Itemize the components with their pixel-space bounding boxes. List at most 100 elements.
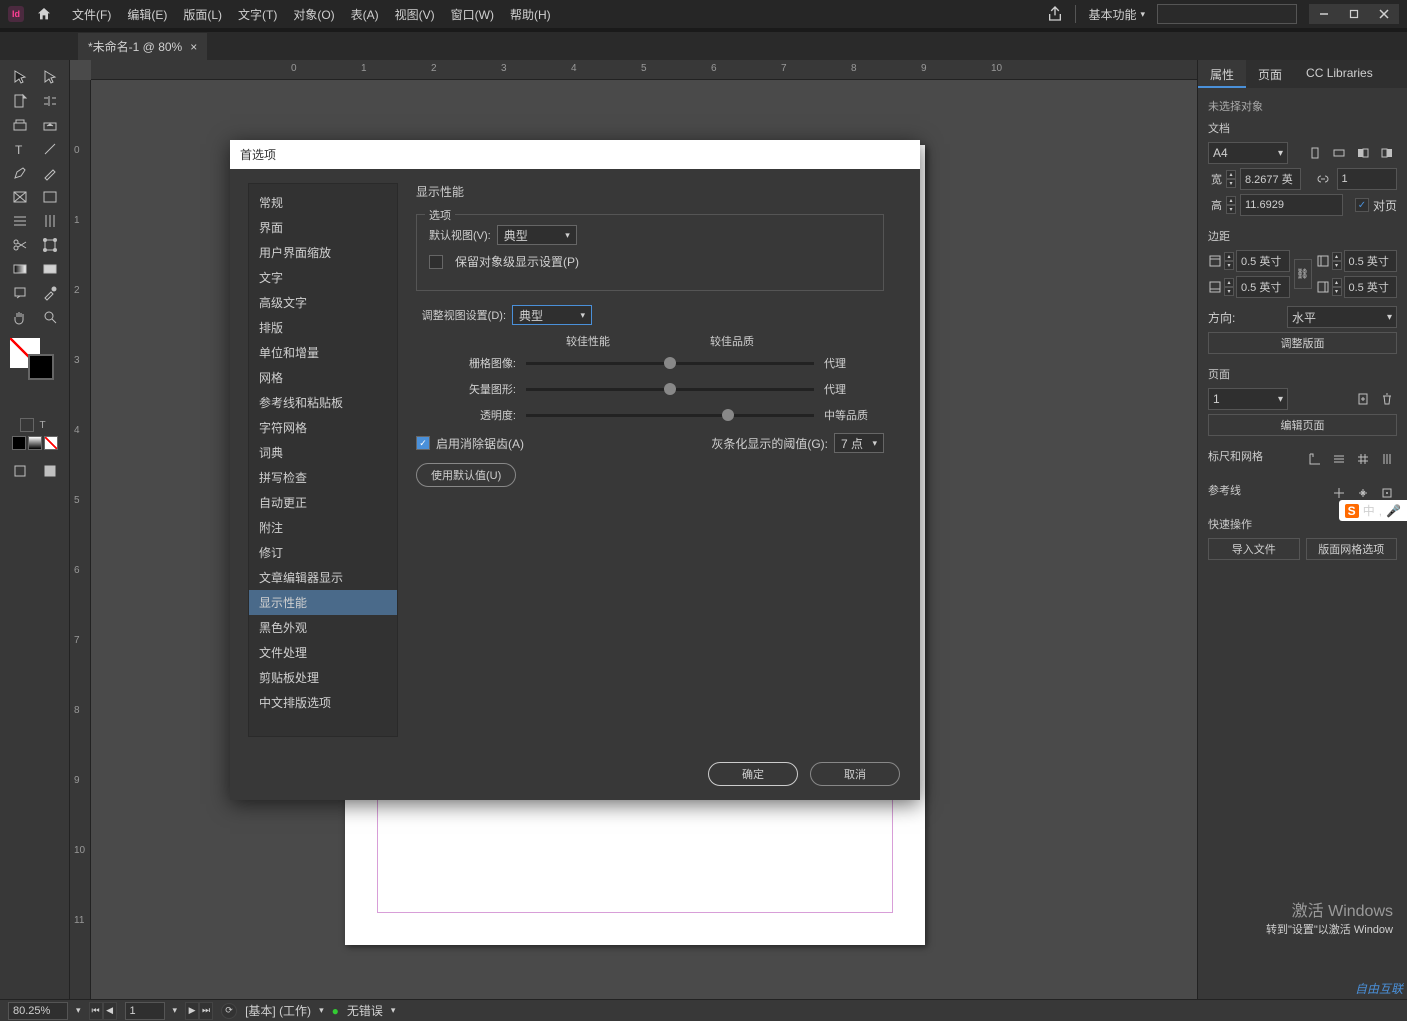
menu-item[interactable]: 文字(T)	[230, 2, 285, 27]
pref-category-item[interactable]: 剪贴板处理	[249, 665, 397, 690]
pref-category-item[interactable]: 黑色外观	[249, 615, 397, 640]
zoom-tool[interactable]	[36, 306, 64, 328]
pref-category-item[interactable]: 参考线和粘贴板	[249, 390, 397, 415]
gap-tool[interactable]	[36, 90, 64, 112]
panel-tab[interactable]: 页面	[1246, 60, 1294, 88]
minimize-button[interactable]	[1309, 4, 1339, 24]
antialias-checkbox[interactable]	[416, 436, 430, 450]
content-collector-tool[interactable]	[6, 114, 34, 136]
zoom-input[interactable]: 80.25%	[8, 1002, 68, 1020]
adjust-layout-button[interactable]: 调整版面	[1208, 332, 1397, 354]
margin-top-input[interactable]: 0.5 英寸	[1236, 250, 1290, 272]
ok-button[interactable]: 确定	[708, 762, 798, 786]
margin-left-input[interactable]: 0.5 英寸	[1344, 250, 1398, 272]
layout-grid-icon[interactable]	[1377, 449, 1397, 469]
menu-item[interactable]: 对象(O)	[285, 2, 342, 27]
pref-category-item[interactable]: 常规	[249, 190, 397, 215]
pref-category-item[interactable]: 用户界面缩放	[249, 240, 397, 265]
quality-slider[interactable]	[526, 362, 814, 365]
link-margins-icon[interactable]: ⛓	[1294, 259, 1312, 289]
pref-category-item[interactable]: 文章编辑器显示	[249, 565, 397, 590]
width-input[interactable]: 8.2677 英	[1240, 168, 1301, 190]
preview-view-icon[interactable]	[36, 460, 64, 482]
type-tool[interactable]: T	[6, 138, 34, 160]
pref-category-item[interactable]: 词典	[249, 440, 397, 465]
prev-page-button[interactable]: ◀	[103, 1002, 117, 1020]
pref-category-item[interactable]: 高级文字	[249, 290, 397, 315]
menu-item[interactable]: 文件(F)	[64, 2, 119, 27]
edit-pages-button[interactable]: 编辑页面	[1208, 414, 1397, 436]
height-input[interactable]: 11.6929	[1240, 194, 1343, 216]
link-wh-icon[interactable]	[1313, 169, 1333, 189]
panel-tab[interactable]: CC Libraries	[1294, 60, 1385, 88]
apply-gradient-icon[interactable]	[28, 436, 42, 450]
note-tool[interactable]	[6, 282, 34, 304]
orientation-landscape-icon[interactable]	[1329, 143, 1349, 163]
pref-category-item[interactable]: 文件处理	[249, 640, 397, 665]
document-tab[interactable]: *未命名-1 @ 80%×	[78, 33, 207, 60]
document-grid-icon[interactable]	[1353, 449, 1373, 469]
direct-selection-tool[interactable]	[36, 66, 64, 88]
ruler-icon[interactable]	[1305, 449, 1325, 469]
menu-item[interactable]: 窗口(W)	[443, 2, 502, 27]
delete-page-icon[interactable]	[1377, 389, 1397, 409]
horizontal-grid-tool[interactable]	[6, 210, 34, 232]
close-button[interactable]	[1369, 4, 1399, 24]
pref-category-item[interactable]: 字符网格	[249, 415, 397, 440]
scissors-tool[interactable]	[6, 234, 34, 256]
page-tool[interactable]	[6, 90, 34, 112]
panel-tab[interactable]: 属性	[1198, 60, 1246, 88]
rectangle-tool[interactable]	[36, 186, 64, 208]
columns-input[interactable]: 1	[1337, 168, 1398, 190]
pref-category-item[interactable]: 自动更正	[249, 490, 397, 515]
pref-category-item[interactable]: 单位和增量	[249, 340, 397, 365]
preserve-object-checkbox[interactable]	[429, 255, 443, 269]
page-select[interactable]: 1	[1208, 388, 1288, 410]
pref-category-item[interactable]: 文字	[249, 265, 397, 290]
gradient-swatch-tool[interactable]	[6, 258, 34, 280]
menu-item[interactable]: 视图(V)	[387, 2, 443, 27]
rectangle-frame-tool[interactable]	[6, 186, 34, 208]
margin-right-input[interactable]: 0.5 英寸	[1344, 276, 1398, 298]
menu-item[interactable]: 表(A)	[343, 2, 387, 27]
menu-item[interactable]: 帮助(H)	[502, 2, 559, 27]
pref-category-item[interactable]: 显示性能	[249, 590, 397, 615]
cancel-button[interactable]: 取消	[810, 762, 900, 786]
line-tool[interactable]	[36, 138, 64, 160]
pencil-tool[interactable]	[36, 162, 64, 184]
default-view-select[interactable]: 典型	[497, 225, 577, 245]
last-page-button[interactable]: ⏭	[199, 1002, 213, 1020]
maximize-button[interactable]	[1339, 4, 1369, 24]
margin-bottom-input[interactable]: 0.5 英寸	[1236, 276, 1290, 298]
pref-category-item[interactable]: 拼写检查	[249, 465, 397, 490]
new-page-icon[interactable]	[1353, 389, 1373, 409]
eyedropper-tool[interactable]	[36, 282, 64, 304]
facing-pages-checkbox[interactable]	[1355, 198, 1369, 212]
share-icon[interactable]	[1047, 6, 1063, 22]
workspace-dropdown[interactable]: 基本功能▾	[1088, 6, 1145, 23]
adjust-view-select[interactable]: 典型	[512, 305, 592, 325]
menu-item[interactable]: 编辑(E)	[119, 2, 175, 27]
normal-view-icon[interactable]	[6, 460, 34, 482]
home-icon[interactable]	[36, 6, 52, 22]
pref-category-item[interactable]: 附注	[249, 515, 397, 540]
hand-tool[interactable]	[6, 306, 34, 328]
next-page-button[interactable]: ▶	[185, 1002, 199, 1020]
quality-slider[interactable]	[526, 388, 814, 391]
pref-category-item[interactable]: 界面	[249, 215, 397, 240]
pref-category-item[interactable]: 网格	[249, 365, 397, 390]
orientation-portrait-icon[interactable]	[1305, 143, 1325, 163]
text-format-icon[interactable]: T	[36, 418, 50, 432]
gradient-feather-tool[interactable]	[36, 258, 64, 280]
selection-tool[interactable]	[6, 66, 34, 88]
pref-category-item[interactable]: 修订	[249, 540, 397, 565]
binding-left-icon[interactable]	[1353, 143, 1373, 163]
pref-category-item[interactable]: 中文排版选项	[249, 690, 397, 715]
apply-color-icon[interactable]	[12, 436, 26, 450]
apply-none-icon[interactable]	[44, 436, 58, 450]
menu-item[interactable]: 版面(L)	[175, 2, 230, 27]
binding-right-icon[interactable]	[1377, 143, 1397, 163]
vertical-grid-tool[interactable]	[36, 210, 64, 232]
pref-category-item[interactable]: 排版	[249, 315, 397, 340]
page-size-select[interactable]: A4	[1208, 142, 1288, 164]
